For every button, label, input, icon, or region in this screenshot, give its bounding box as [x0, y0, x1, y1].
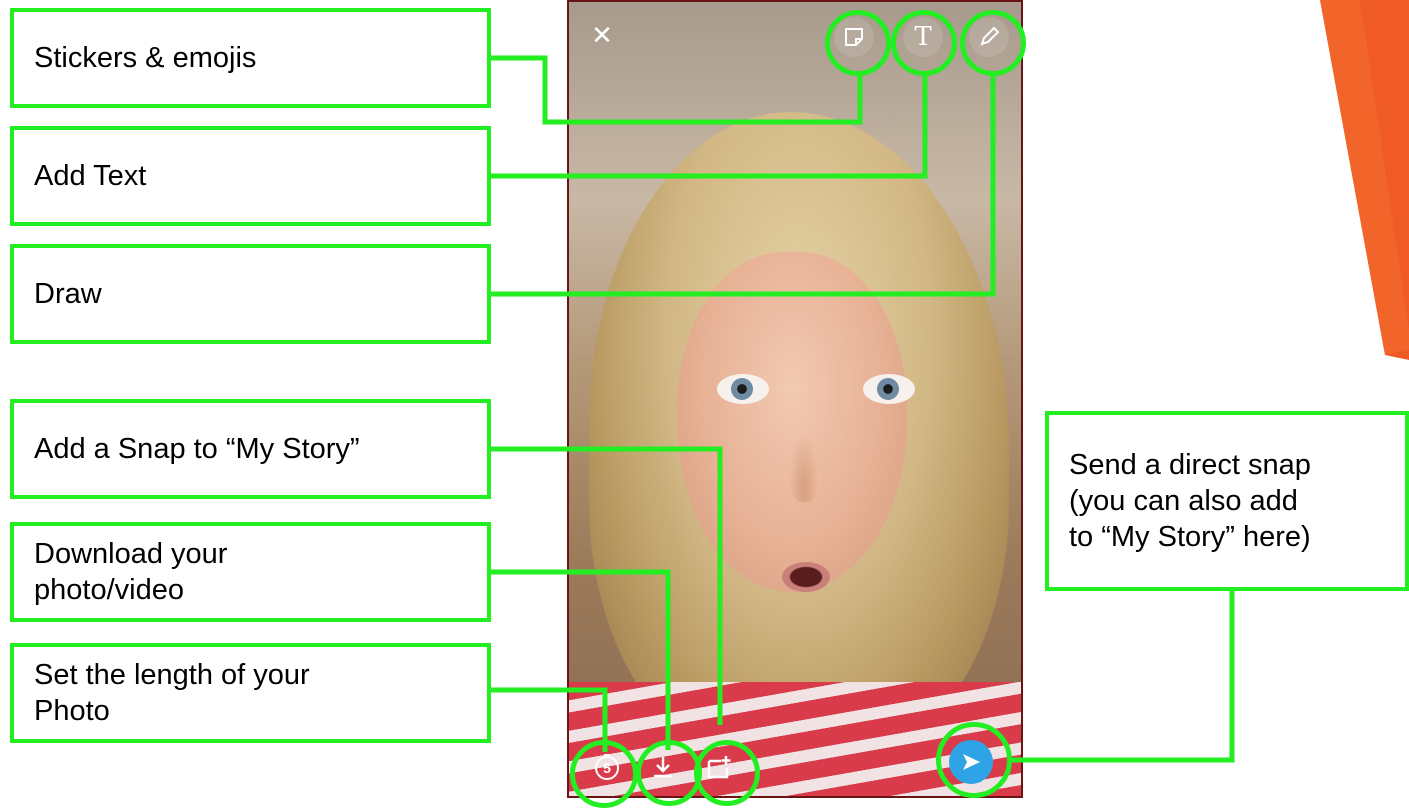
- photo-nose: [789, 432, 819, 502]
- callout-add-text: Add Text: [10, 126, 491, 226]
- photo-mouth: [782, 562, 830, 592]
- callout-send-text: Send a direct snap (you can also add to …: [1069, 449, 1311, 553]
- photo-face: [677, 252, 907, 592]
- callout-download: Download your photo/video: [10, 522, 491, 622]
- callout-send: Send a direct snap (you can also add to …: [1045, 411, 1409, 591]
- callout-download-text: Download your photo/video: [34, 538, 228, 606]
- callout-add-text-text: Add Text: [34, 160, 147, 192]
- callout-length-text: Set the length of your Photo: [34, 659, 310, 727]
- callout-stickers-text: Stickers & emojis: [34, 42, 257, 74]
- text-highlight-circle: [891, 10, 957, 76]
- snapchat-preview-screen: ✕ T 5: [567, 0, 1023, 798]
- callout-stickers: Stickers & emojis: [10, 8, 491, 108]
- photo-right-eye: [863, 374, 915, 404]
- pencil-highlight-circle: [960, 10, 1026, 76]
- callout-draw-text: Draw: [34, 278, 102, 310]
- timer-highlight-circle: [570, 740, 638, 808]
- callout-add-story-text: Add a Snap to “My Story”: [34, 433, 360, 465]
- callout-draw: Draw: [10, 244, 491, 344]
- download-highlight-circle: [636, 740, 702, 806]
- sticker-highlight-circle: [825, 10, 891, 76]
- callout-add-story: Add a Snap to “My Story”: [10, 399, 491, 499]
- photo-left-eye: [717, 374, 769, 404]
- slide-accent-shape: [1320, 0, 1409, 360]
- story-highlight-circle: [694, 740, 760, 806]
- send-highlight-circle: [936, 722, 1012, 798]
- callout-length: Set the length of your Photo: [10, 643, 491, 743]
- close-icon[interactable]: ✕: [587, 20, 617, 50]
